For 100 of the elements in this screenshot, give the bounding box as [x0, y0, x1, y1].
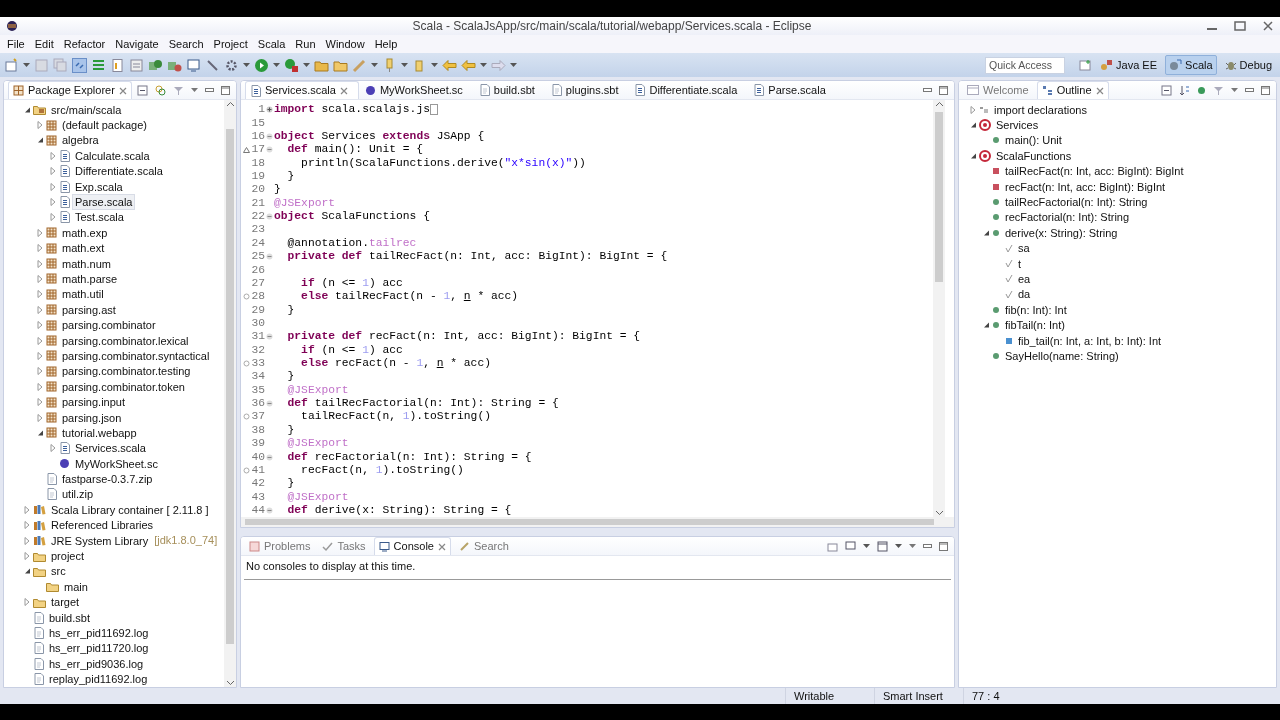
collapsed-triangle-icon[interactable] — [35, 335, 45, 346]
open-console-icon[interactable] — [877, 540, 888, 552]
menu-item[interactable]: Refactor — [58, 36, 111, 52]
tree-item[interactable]: tailRecFactorial(n: Int): String — [1002, 194, 1151, 211]
tree-item[interactable]: math.util — [59, 286, 107, 303]
caret-icon[interactable] — [895, 544, 902, 548]
tree-item[interactable]: MyWorkSheet.sc — [72, 455, 161, 472]
tree-item[interactable]: fib(n: Int): Int — [1002, 301, 1070, 318]
tree-item[interactable]: tutorial.webapp — [59, 424, 140, 441]
scrollbar-thumb[interactable] — [226, 129, 234, 644]
collapse-fold-icon[interactable] — [266, 506, 273, 514]
display-console-icon[interactable] — [845, 540, 856, 552]
scrollbar[interactable] — [933, 100, 945, 517]
tree-item[interactable]: replay_pid11692.log — [46, 671, 151, 687]
tree-item[interactable]: fib_tail(n: Int, a: Int, b: Int): Int — [1015, 332, 1165, 349]
scroll-down-icon[interactable] — [934, 508, 944, 517]
maximize-icon[interactable] — [939, 541, 948, 551]
tree-item[interactable]: parsing.combinator.token — [59, 378, 188, 395]
collapsed-triangle-icon[interactable] — [48, 212, 58, 223]
menu-item[interactable]: Edit — [29, 36, 59, 52]
tree-item[interactable]: fibTail(n: Int) — [1002, 317, 1068, 334]
scrollbar-thumb[interactable] — [935, 112, 943, 282]
pin-console-icon[interactable] — [827, 540, 838, 552]
maximize-icon[interactable] — [1234, 21, 1246, 31]
caret-icon[interactable] — [863, 544, 870, 548]
view-tab[interactable]: Problems — [245, 537, 315, 555]
collapsed-triangle-icon[interactable] — [35, 274, 45, 284]
view-menu-icon[interactable] — [191, 88, 198, 92]
collapsed-triangle-icon[interactable] — [48, 166, 58, 177]
tree-item[interactable]: ea — [1015, 271, 1034, 287]
tree-item[interactable]: Exp.scala — [72, 178, 126, 195]
caret-icon[interactable] — [371, 63, 378, 67]
collapsed-triangle-icon[interactable] — [968, 104, 978, 115]
collapsed-triangle-icon[interactable] — [35, 120, 45, 131]
horizontal-scrollbar[interactable] — [241, 517, 954, 527]
collapsed-triangle-icon[interactable] — [35, 227, 45, 238]
collapsed-triangle-icon[interactable] — [48, 150, 58, 161]
perspective-button[interactable]: Debug — [1220, 54, 1276, 76]
collapse-all-icon[interactable] — [1161, 84, 1172, 96]
run-icon[interactable] — [254, 57, 269, 73]
tree-item[interactable]: math.num — [59, 255, 114, 272]
close-icon[interactable] — [1262, 21, 1274, 31]
link-icon[interactable] — [155, 84, 166, 96]
expanded-triangle-icon[interactable] — [981, 320, 991, 331]
tree-item[interactable]: t — [1015, 255, 1025, 272]
tree-item[interactable]: parsing.ast — [59, 301, 119, 318]
expand-fold-icon[interactable] — [266, 106, 273, 114]
tree-item[interactable]: build.sbt — [46, 609, 93, 626]
tree-item[interactable]: util.zip — [59, 486, 97, 503]
menu-item[interactable]: Scala — [252, 36, 291, 52]
menu-item[interactable]: Project — [208, 36, 253, 52]
collapsed-triangle-icon[interactable] — [48, 181, 58, 192]
close-icon[interactable] — [1095, 86, 1104, 95]
collapsed-triangle-icon[interactable] — [22, 504, 32, 515]
tree-item[interactable]: main(): Unit — [1002, 132, 1065, 149]
expanded-triangle-icon[interactable] — [22, 566, 32, 577]
quick-access-field[interactable]: Quick Access — [985, 56, 1066, 74]
maximize-icon[interactable] — [939, 85, 948, 95]
collapsed-triangle-icon[interactable] — [22, 551, 32, 561]
collapsed-triangle-icon[interactable] — [35, 412, 45, 423]
close-icon[interactable] — [339, 86, 348, 95]
tree-item[interactable]: import declarations — [991, 101, 1090, 118]
editor-tab[interactable]: MyWorkSheet.sc — [360, 81, 473, 99]
collapsed-triangle-icon[interactable] — [35, 289, 45, 300]
collapse-fold-icon[interactable] — [266, 213, 273, 221]
collapsed-triangle-icon[interactable] — [35, 258, 45, 269]
menu-item[interactable]: Help — [369, 36, 403, 52]
tree-item[interactable]: Calculate.scala — [72, 147, 153, 164]
tree-item[interactable]: parsing.combinator — [59, 317, 159, 334]
tree-item[interactable]: hs_err_pid9036.log — [46, 655, 147, 672]
back-arrow-icon[interactable] — [461, 57, 476, 73]
close-icon[interactable] — [118, 86, 127, 95]
tree-item[interactable]: math.ext — [59, 240, 108, 257]
collapse-fold-icon[interactable] — [266, 333, 273, 341]
view-tab[interactable]: Outline — [1036, 81, 1109, 99]
monitor-icon[interactable] — [186, 57, 201, 73]
collapsed-triangle-icon[interactable] — [35, 320, 45, 331]
minimize-icon[interactable] — [923, 544, 932, 548]
collapse-fold-icon[interactable] — [266, 400, 273, 408]
tree-item[interactable]: src — [48, 563, 69, 580]
tree-item[interactable]: parsing.combinator.syntactical — [59, 347, 213, 364]
tree-item[interactable]: tailRecFact(n: Int, acc: BigInt): BigInt — [1002, 163, 1187, 180]
tree-item[interactable]: Referenced Libraries — [48, 517, 157, 534]
caret-icon[interactable] — [23, 63, 30, 67]
view-tab[interactable]: Search — [454, 537, 513, 555]
scroll-down-icon[interactable] — [225, 678, 235, 687]
view-tab[interactable]: Package Explorer — [8, 81, 132, 99]
collapsed-triangle-icon[interactable] — [22, 535, 32, 546]
scrollbar[interactable] — [224, 100, 236, 687]
caret-icon[interactable] — [401, 63, 408, 67]
scroll-up-icon[interactable] — [934, 100, 944, 109]
editor-tab[interactable]: Parse.scala — [749, 81, 836, 99]
collapsed-triangle-icon[interactable] — [48, 197, 58, 208]
editor-tab[interactable]: build.sbt — [474, 81, 545, 99]
collapse-fold-icon[interactable] — [266, 146, 273, 154]
gear-icon[interactable] — [224, 57, 239, 73]
back-arrow-icon[interactable] — [442, 57, 457, 73]
hide-fields-icon[interactable] — [1197, 85, 1206, 95]
caret-icon[interactable] — [303, 63, 310, 67]
caret-icon[interactable] — [431, 63, 438, 67]
